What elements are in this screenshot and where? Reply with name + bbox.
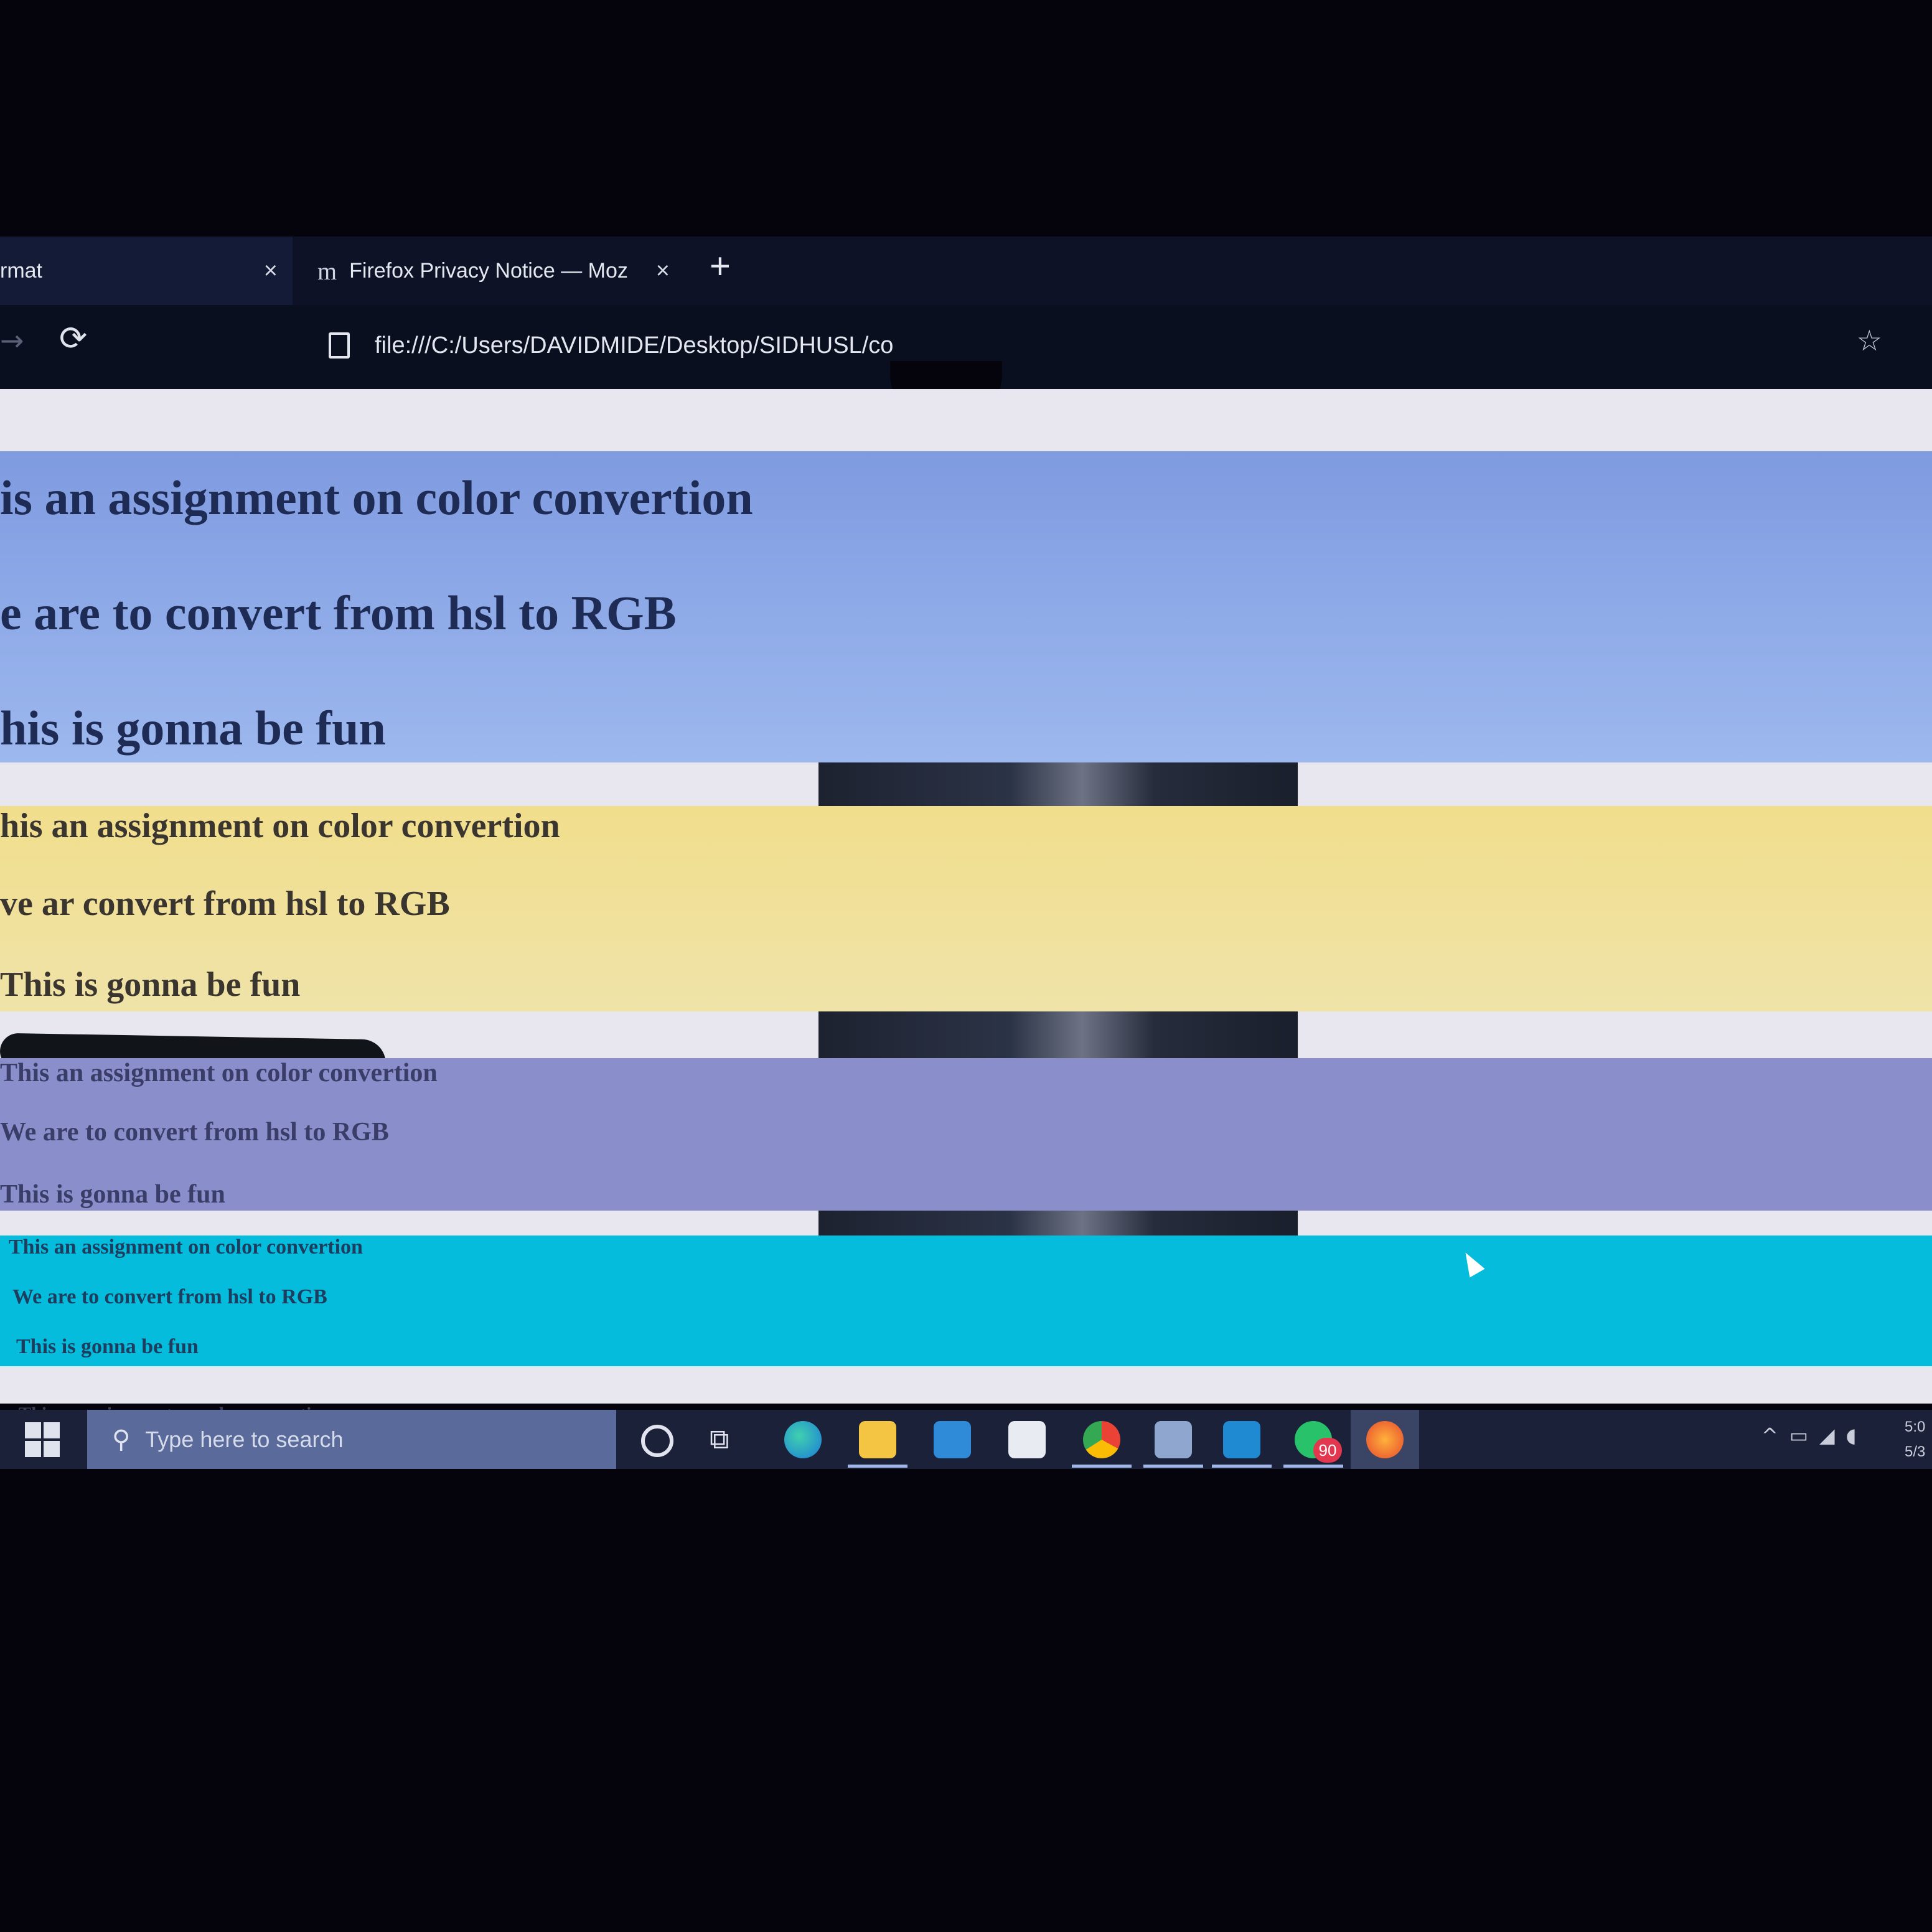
- edge-icon[interactable]: [784, 1421, 822, 1458]
- close-icon[interactable]: ×: [656, 258, 670, 284]
- section-heading: This an assignment on color convertion: [0, 1059, 438, 1087]
- page-icon: [329, 332, 350, 359]
- color-section-2: his an assignment on color convertion ve…: [0, 806, 1932, 1011]
- running-indicator: [1143, 1465, 1203, 1468]
- clock-time: 5:0: [1905, 1419, 1926, 1435]
- section-heading: ve ar convert from hsl to RGB: [0, 884, 450, 923]
- tab-firefox-privacy-notice[interactable]: m Firefox Privacy Notice — Moz ×: [299, 237, 685, 305]
- section-heading: We are to convert from hsl to RGB: [12, 1285, 327, 1308]
- reload-icon[interactable]: ⟳: [59, 319, 87, 358]
- clock[interactable]: 5:0 5/3: [1905, 1415, 1925, 1465]
- section-heading: his is gonna be fun: [0, 701, 386, 755]
- windows-start-button[interactable]: [25, 1422, 62, 1460]
- screen: rmat × m Firefox Privacy Notice — Moz × …: [0, 237, 1932, 1481]
- search-icon: ⚲: [112, 1425, 131, 1454]
- tab-title: rmat: [0, 258, 42, 283]
- section-heading: We are to convert from hsl to RGB: [0, 1118, 389, 1147]
- bookmark-star-icon[interactable]: ☆: [1857, 324, 1882, 357]
- firefox-icon[interactable]: [1366, 1421, 1404, 1458]
- notification-badge: 90: [1313, 1438, 1342, 1463]
- url-text: file:///C:/Users/DAVIDMIDE/Desktop/SIDHU…: [375, 332, 894, 359]
- new-tab-button[interactable]: +: [710, 245, 731, 287]
- section-heading: This is gonna be fun: [0, 965, 301, 1004]
- page-content: is an assignment on color convertion e a…: [0, 389, 1932, 1424]
- image-strip: [818, 1211, 1298, 1236]
- color-section-4: This an assignment on color convertion W…: [0, 1236, 1932, 1366]
- cortana-icon[interactable]: [641, 1425, 673, 1457]
- section-heading: his an assignment on color convertion: [0, 807, 560, 845]
- section-heading: is an assignment on color convertion: [0, 471, 753, 525]
- section-heading: This an assignment on color convertion: [9, 1236, 363, 1259]
- mail-icon[interactable]: [1008, 1421, 1046, 1458]
- forward-arrow-icon[interactable]: →: [0, 324, 24, 357]
- running-indicator: [1212, 1465, 1272, 1468]
- color-section-1: is an assignment on color convertion e a…: [0, 451, 1932, 762]
- running-indicator: [1072, 1465, 1132, 1468]
- section-heading: e are to convert from hsl to RGB: [0, 586, 677, 640]
- running-indicator: [848, 1465, 907, 1468]
- section-heading: This is gonna be fun: [0, 1180, 225, 1209]
- url-bar[interactable]: file:///C:/Users/DAVIDMIDE/Desktop/SIDHU…: [311, 317, 1836, 373]
- image-strip: [818, 1011, 1298, 1058]
- mozilla-icon: m: [317, 256, 337, 285]
- image-strip: [818, 762, 1298, 806]
- close-icon[interactable]: ×: [264, 258, 278, 284]
- chrome-icon[interactable]: [1083, 1421, 1120, 1458]
- section-heading: This is gonna be fun: [16, 1335, 199, 1358]
- search-placeholder: Type here to search: [145, 1426, 344, 1452]
- remote-desktop-icon[interactable]: [1155, 1421, 1192, 1458]
- task-view-icon[interactable]: ⧉: [710, 1423, 729, 1455]
- file-explorer-icon[interactable]: [859, 1421, 896, 1458]
- color-section-3: This an assignment on color convertion W…: [0, 1058, 1932, 1211]
- taskbar-search-box[interactable]: ⚲ Type here to search: [87, 1410, 616, 1469]
- tab-title: Firefox Privacy Notice — Moz: [349, 258, 628, 283]
- system-tray[interactable]: ^▭◢◖: [1761, 1423, 1868, 1447]
- running-indicator: [1283, 1465, 1343, 1468]
- store-icon[interactable]: [934, 1421, 971, 1458]
- clock-date: 5/3: [1905, 1443, 1926, 1460]
- tab-format[interactable]: rmat ×: [0, 237, 293, 305]
- vscode-icon[interactable]: [1223, 1421, 1260, 1458]
- taskbar: ⚲ Type here to search ⧉ 90 ^▭◢◖ 5:0 5/3: [0, 1410, 1932, 1469]
